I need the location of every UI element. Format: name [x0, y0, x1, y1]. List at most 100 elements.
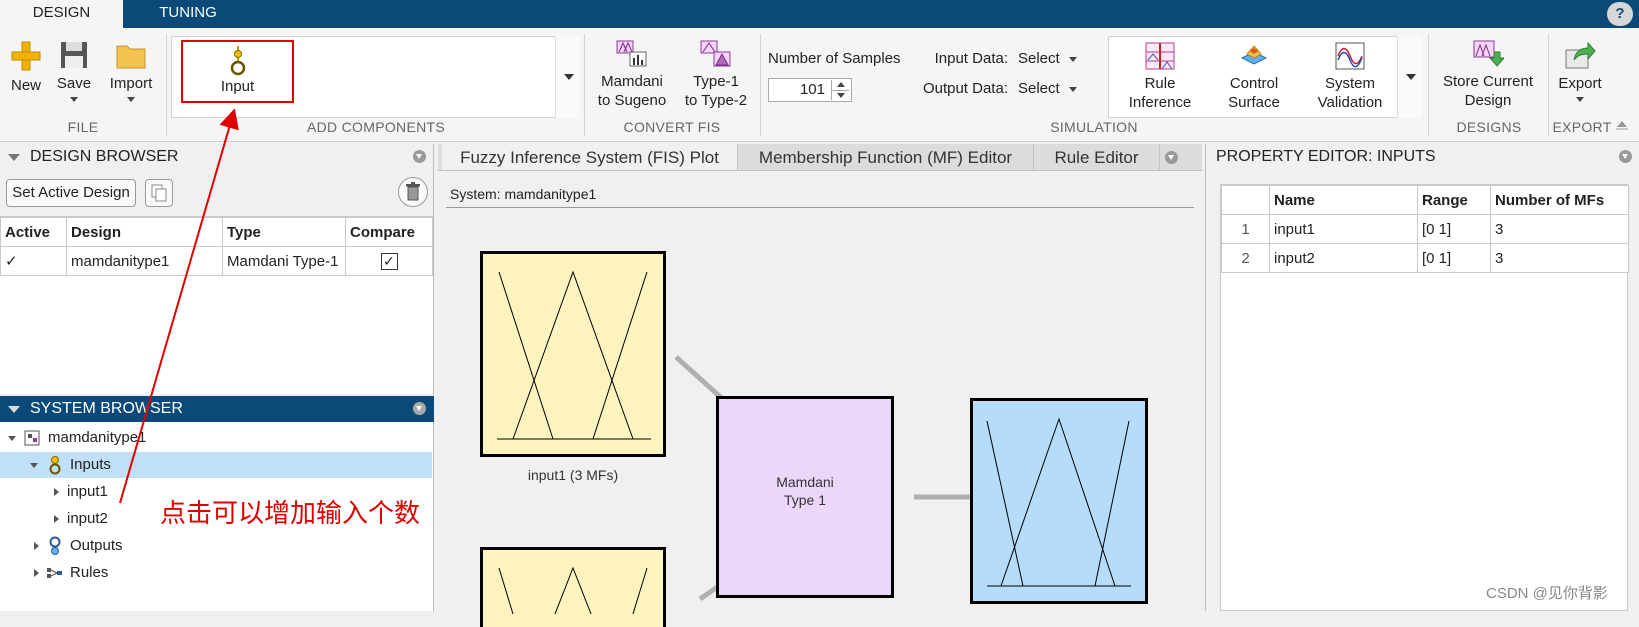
- input1-mf-plot: [497, 270, 651, 440]
- input-node-icon: [49, 456, 61, 475]
- collapse-icon[interactable]: [8, 154, 20, 161]
- col-index: [1221, 185, 1270, 215]
- input2-mf-block[interactable]: [480, 547, 666, 627]
- expand-icon[interactable]: [34, 569, 39, 577]
- import-dropdown-icon[interactable]: [127, 97, 135, 102]
- tab-design[interactable]: DESIGN: [0, 0, 123, 28]
- store-design-label-2: Design: [1464, 92, 1512, 109]
- save-label: Save: [56, 75, 92, 92]
- row-index: 2: [1221, 243, 1270, 273]
- collapse-icon[interactable]: [8, 406, 20, 413]
- spinner-up-icon[interactable]: [831, 80, 849, 90]
- type2-label-2: to Type-2: [684, 92, 748, 109]
- export-dropdown-icon[interactable]: [1576, 97, 1584, 102]
- trash-icon: [406, 182, 420, 201]
- expand-icon[interactable]: [30, 463, 38, 468]
- col-type[interactable]: Type: [222, 217, 346, 247]
- new-button[interactable]: New: [4, 40, 48, 95]
- spinner-down-icon[interactable]: [831, 90, 849, 100]
- num-samples-spinner[interactable]: 101: [768, 78, 852, 102]
- table-header-row: Name Range Number of MFs: [1221, 185, 1629, 215]
- input1-mf-block[interactable]: [480, 251, 666, 457]
- col-range[interactable]: Range: [1417, 185, 1491, 215]
- simulation-gallery-expand-button[interactable]: [1397, 36, 1422, 118]
- designs-group-label: DESIGNS: [1456, 119, 1522, 135]
- fis-system-block[interactable]: Mamdani Type 1: [716, 396, 894, 598]
- file-group-label: FILE: [67, 119, 99, 135]
- new-plus-icon: [11, 41, 41, 71]
- divider: [584, 34, 585, 136]
- system-validation-icon: [1335, 42, 1365, 70]
- divider: [166, 34, 167, 136]
- input-node-icon: [230, 46, 245, 76]
- duplicate-design-button[interactable]: [145, 179, 173, 207]
- tree-label-inputs: Inputs: [70, 456, 111, 473]
- help-icon[interactable]: ?: [1607, 2, 1633, 26]
- range-cell[interactable]: [0 1]: [1417, 243, 1491, 273]
- tree-item-inputs[interactable]: Inputs: [0, 452, 432, 478]
- col-compare[interactable]: Compare: [345, 217, 433, 247]
- expand-icon[interactable]: [8, 436, 16, 441]
- tree-item-rules[interactable]: Rules: [0, 560, 432, 586]
- fis-system-icon: [24, 430, 40, 446]
- delete-design-button[interactable]: [398, 177, 428, 207]
- input-data-label: Input Data:: [934, 50, 1008, 67]
- panel-menu-icon[interactable]: [1619, 150, 1632, 163]
- divider: [1428, 34, 1429, 136]
- collapse-up-icon: [1616, 121, 1628, 130]
- design-table: Active Design Type Compare ✓ mamdanitype…: [0, 217, 433, 276]
- expand-icon[interactable]: [34, 542, 39, 550]
- col-design[interactable]: Design: [66, 217, 223, 247]
- tree-item-root[interactable]: mamdanitype1: [0, 425, 432, 451]
- expand-icon[interactable]: [54, 488, 59, 496]
- expand-icon[interactable]: [54, 515, 59, 523]
- add-input-button[interactable]: Input: [181, 40, 294, 103]
- tree-label-rules: Rules: [70, 564, 109, 581]
- set-active-design-button[interactable]: Set Active Design: [6, 179, 136, 207]
- rule-inference-button[interactable]: Rule Inference: [1118, 42, 1202, 112]
- collapse-ribbon-button[interactable]: [1614, 117, 1634, 135]
- name-cell[interactable]: input2: [1269, 243, 1418, 273]
- name-cell[interactable]: input1: [1269, 214, 1418, 244]
- add-components-group-label: ADD COMPONENTS: [307, 119, 445, 135]
- input1-caption: input1 (3 MFs): [527, 467, 619, 483]
- store-current-design-button[interactable]: Store Current Design: [1432, 40, 1544, 110]
- import-label: Import: [109, 75, 153, 92]
- col-active[interactable]: Active: [0, 217, 67, 247]
- output-mf-block[interactable]: [970, 398, 1148, 604]
- gallery-expand-button[interactable]: [555, 36, 580, 118]
- output-data-dropdown[interactable]: Select: [1018, 80, 1077, 97]
- system-validation-button[interactable]: System Validation: [1302, 42, 1398, 112]
- import-button[interactable]: Import: [101, 40, 161, 102]
- num-mfs-cell[interactable]: 3: [1490, 243, 1629, 273]
- export-group-label: EXPORT: [1552, 119, 1612, 135]
- control-surface-button[interactable]: Control Surface: [1212, 42, 1296, 112]
- col-number-of-mfs[interactable]: Number of MFs: [1490, 185, 1629, 215]
- mamdani-to-sugeno-button[interactable]: Mamdani to Sugeno: [594, 40, 670, 110]
- table-row[interactable]: 1 input1 [0 1] 3: [1221, 214, 1629, 244]
- system-validation-label-2: Validation: [1317, 94, 1383, 111]
- range-cell[interactable]: [0 1]: [1417, 214, 1491, 244]
- export-button[interactable]: Export: [1552, 40, 1608, 102]
- type1-to-type2-button[interactable]: Type-1 to Type-2: [680, 40, 752, 110]
- panel-menu-icon[interactable]: [413, 402, 426, 415]
- save-dropdown-icon[interactable]: [70, 97, 78, 102]
- tree-label-input1: input1: [67, 483, 108, 500]
- output-data-value: Select: [1018, 80, 1060, 97]
- tab-tuning[interactable]: TUNING: [140, 0, 236, 28]
- save-button[interactable]: Save: [52, 40, 96, 102]
- col-name[interactable]: Name: [1269, 185, 1418, 215]
- store-design-icon: [1473, 40, 1504, 67]
- table-row[interactable]: 2 input2 [0 1] 3: [1221, 243, 1629, 273]
- tree-item-outputs[interactable]: Outputs: [0, 533, 432, 559]
- store-design-label-1: Store Current: [1442, 73, 1534, 90]
- num-mfs-cell[interactable]: 3: [1490, 214, 1629, 244]
- num-samples-value[interactable]: 101: [800, 81, 825, 98]
- panel-menu-icon[interactable]: [413, 150, 426, 163]
- system-browser-title: SYSTEM BROWSER: [30, 400, 183, 417]
- tree-label-input2: input2: [67, 510, 108, 527]
- input-data-dropdown[interactable]: Select: [1018, 50, 1077, 67]
- convert-fis-group-label: CONVERT FIS: [623, 119, 721, 135]
- table-row[interactable]: ✓ mamdanitype1 Mamdani Type-1 ✓: [0, 246, 433, 276]
- compare-checkbox[interactable]: ✓: [380, 252, 398, 270]
